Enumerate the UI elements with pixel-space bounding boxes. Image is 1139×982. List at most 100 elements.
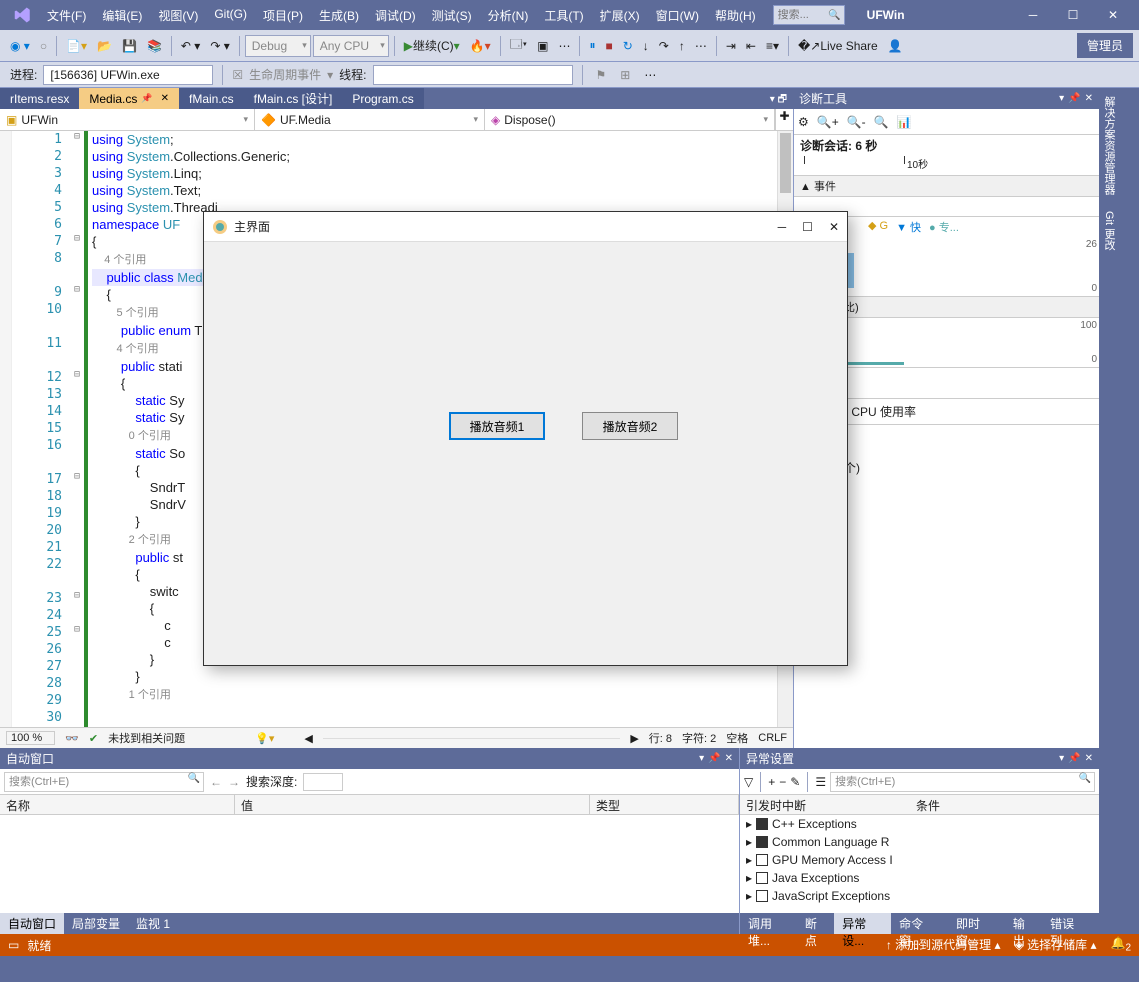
gear-icon[interactable]: ⚙ [798, 115, 809, 129]
menu-debug[interactable]: 调试(D) [368, 3, 423, 28]
menu-analyze[interactable]: 分析(N) [481, 3, 536, 28]
tab-auto[interactable]: 自动窗口 [0, 913, 64, 934]
zoomin-icon[interactable]: 🔍+ [817, 115, 839, 129]
edit-icon[interactable]: ✎ [790, 775, 800, 789]
nav-split[interactable]: ✚ [775, 109, 793, 130]
menu-edit[interactable]: 编辑(E) [95, 3, 149, 28]
nav-back-button[interactable]: ◉ ▾ [6, 35, 34, 57]
zoomout-icon[interactable]: 🔍- [847, 115, 866, 129]
depth-input[interactable] [303, 773, 343, 791]
tab-media[interactable]: Media.cs📌✕ [79, 88, 179, 109]
col-value[interactable]: 值 [235, 795, 590, 814]
comment-button[interactable]: ≡▾ [762, 35, 783, 57]
filter-icon[interactable]: ▽ [744, 775, 753, 789]
tab-ritems[interactable]: rItems.resx [0, 88, 79, 109]
title-search[interactable]: 🔍 [773, 5, 845, 25]
nav-scope[interactable]: ▣UFWin [0, 109, 255, 130]
thread-combo[interactable] [373, 65, 573, 85]
menu-view[interactable]: 视图(V) [151, 3, 205, 28]
remove-icon[interactable]: − [779, 775, 786, 789]
tab-callstack[interactable]: 调用堆... [740, 913, 797, 934]
minimize-button[interactable]: ─ [1013, 0, 1053, 30]
tab-watch[interactable]: 监视 1 [128, 913, 178, 934]
saveall-button[interactable]: 📚 [143, 35, 166, 57]
liveshare-button[interactable]: �↗ Live Share [794, 35, 882, 57]
diag-autohide[interactable]: ▾ [1059, 93, 1064, 104]
health-icon[interactable]: 👓 [65, 732, 79, 745]
nav-fwd-button[interactable]: ○ [36, 35, 51, 57]
step-into-button[interactable]: ↓ [639, 35, 653, 57]
tab-output[interactable]: 输出 [1005, 913, 1042, 934]
dialog-close[interactable]: ✕ [829, 220, 839, 234]
save-button[interactable]: 💾 [118, 35, 141, 57]
stop-button[interactable]: ■ [601, 35, 616, 57]
menu-build[interactable]: 生成(B) [312, 3, 366, 28]
platform-combo[interactable]: Any CPU [313, 35, 389, 57]
auto-search[interactable]: 搜索(Ctrl+E) [4, 772, 204, 792]
tab-locals[interactable]: 局部变量 [64, 913, 128, 934]
play-audio-2-button[interactable]: 播放音频2 [582, 412, 678, 440]
col-name[interactable]: 名称 [0, 795, 235, 814]
nav-class[interactable]: 🔶UF.Media [255, 109, 485, 130]
menu-project[interactable]: 项目(P) [256, 3, 310, 28]
tab-overflow[interactable]: ▾ 🗗 [764, 92, 793, 109]
open-button[interactable]: 📂 [93, 35, 116, 57]
continue-button[interactable]: ▶ 继续(C) ▾ [400, 35, 464, 57]
flag-button[interactable]: ⚑ [592, 64, 611, 86]
exc-list[interactable]: ▸C++ Exceptions▸Common Language R▸GPU Me… [740, 815, 1099, 913]
side-tab-git[interactable]: Git 更改 [1099, 203, 1119, 258]
tab-exceptions[interactable]: 异常设... [834, 913, 891, 934]
menu-window[interactable]: 窗口(W) [649, 3, 706, 28]
menu-tools[interactable]: 工具(T) [537, 3, 590, 28]
dialog-min[interactable]: ─ [778, 220, 787, 234]
repo-select[interactable]: ◈ 选择存储库 ▴ [1015, 936, 1097, 953]
diag-close[interactable]: ✕ [1085, 93, 1093, 104]
undo-button[interactable]: ↶ ▾ [177, 35, 204, 57]
indent-button[interactable]: ⇥ [722, 35, 740, 57]
new-button[interactable]: 📄▾ [62, 35, 91, 57]
auto-body[interactable] [0, 815, 739, 913]
nav-member[interactable]: ◈Dispose() [485, 109, 775, 130]
tab-fmain[interactable]: fMain.cs [179, 88, 244, 109]
close-icon[interactable]: ✕ [161, 93, 169, 104]
nav-prev[interactable]: ← [210, 775, 222, 789]
diag-timeline[interactable]: 10秒 [794, 156, 1099, 176]
dialog-max[interactable]: ☐ [802, 220, 813, 234]
menu-git[interactable]: Git(G) [207, 3, 254, 28]
pin-icon[interactable]: 📌 [141, 93, 152, 104]
exc-search[interactable]: 搜索(Ctrl+E)🔍 [830, 772, 1095, 792]
misc3-button[interactable]: ⋯ [640, 64, 660, 86]
menu-file[interactable]: 文件(F) [40, 3, 93, 28]
app-button[interactable]: ▣ [533, 35, 552, 57]
restart-button[interactable]: ↻ [619, 35, 637, 57]
tab-program[interactable]: Program.cs [342, 88, 423, 109]
tab-immediate[interactable]: 即时窗... [948, 913, 1005, 934]
menu-ext[interactable]: 扩展(X) [593, 3, 647, 28]
reset-icon[interactable]: 🔍 [874, 115, 889, 129]
col-cond[interactable]: 条件 [910, 795, 946, 814]
diag-events-hdr[interactable]: ▲ 事件 [794, 176, 1099, 197]
browse-button[interactable]: 🗔▾ [506, 35, 531, 57]
menu-test[interactable]: 测试(S) [425, 3, 479, 28]
pause-button[interactable]: ⏸ [585, 35, 599, 57]
step-out-button[interactable]: ↑ [675, 35, 689, 57]
side-tab-solution[interactable]: 解决方案资源管理器 [1099, 88, 1119, 203]
source-control[interactable]: ↑ 添加到源代码管理 ▴ [886, 936, 1001, 953]
add-icon[interactable]: + [768, 775, 775, 789]
feedback-button[interactable]: 👤 [884, 35, 907, 57]
maximize-button[interactable]: ☐ [1053, 0, 1093, 30]
tab-errors[interactable]: 错误列... [1042, 913, 1099, 934]
lightbulb-icon[interactable]: 💡▾ [255, 732, 274, 745]
chart-icon[interactable]: 📊 [897, 115, 912, 129]
breakpoint-margin[interactable] [0, 131, 12, 727]
tab-command[interactable]: 命令窗... [891, 913, 948, 934]
outdent-button[interactable]: ⇤ [742, 35, 760, 57]
tab-fmain-design[interactable]: fMain.cs [设计] [244, 88, 343, 109]
tab-breakpoints[interactable]: 断点 [797, 913, 834, 934]
list-icon[interactable]: ☰ [815, 775, 826, 789]
misc-button[interactable]: ⋯ [554, 35, 574, 57]
stack-button[interactable]: ⊞ [616, 64, 634, 86]
diag-pin[interactable]: 📌 [1068, 93, 1080, 104]
notifications[interactable]: 🔔2 [1110, 936, 1131, 953]
zoom-combo[interactable]: 100 % [6, 731, 55, 745]
